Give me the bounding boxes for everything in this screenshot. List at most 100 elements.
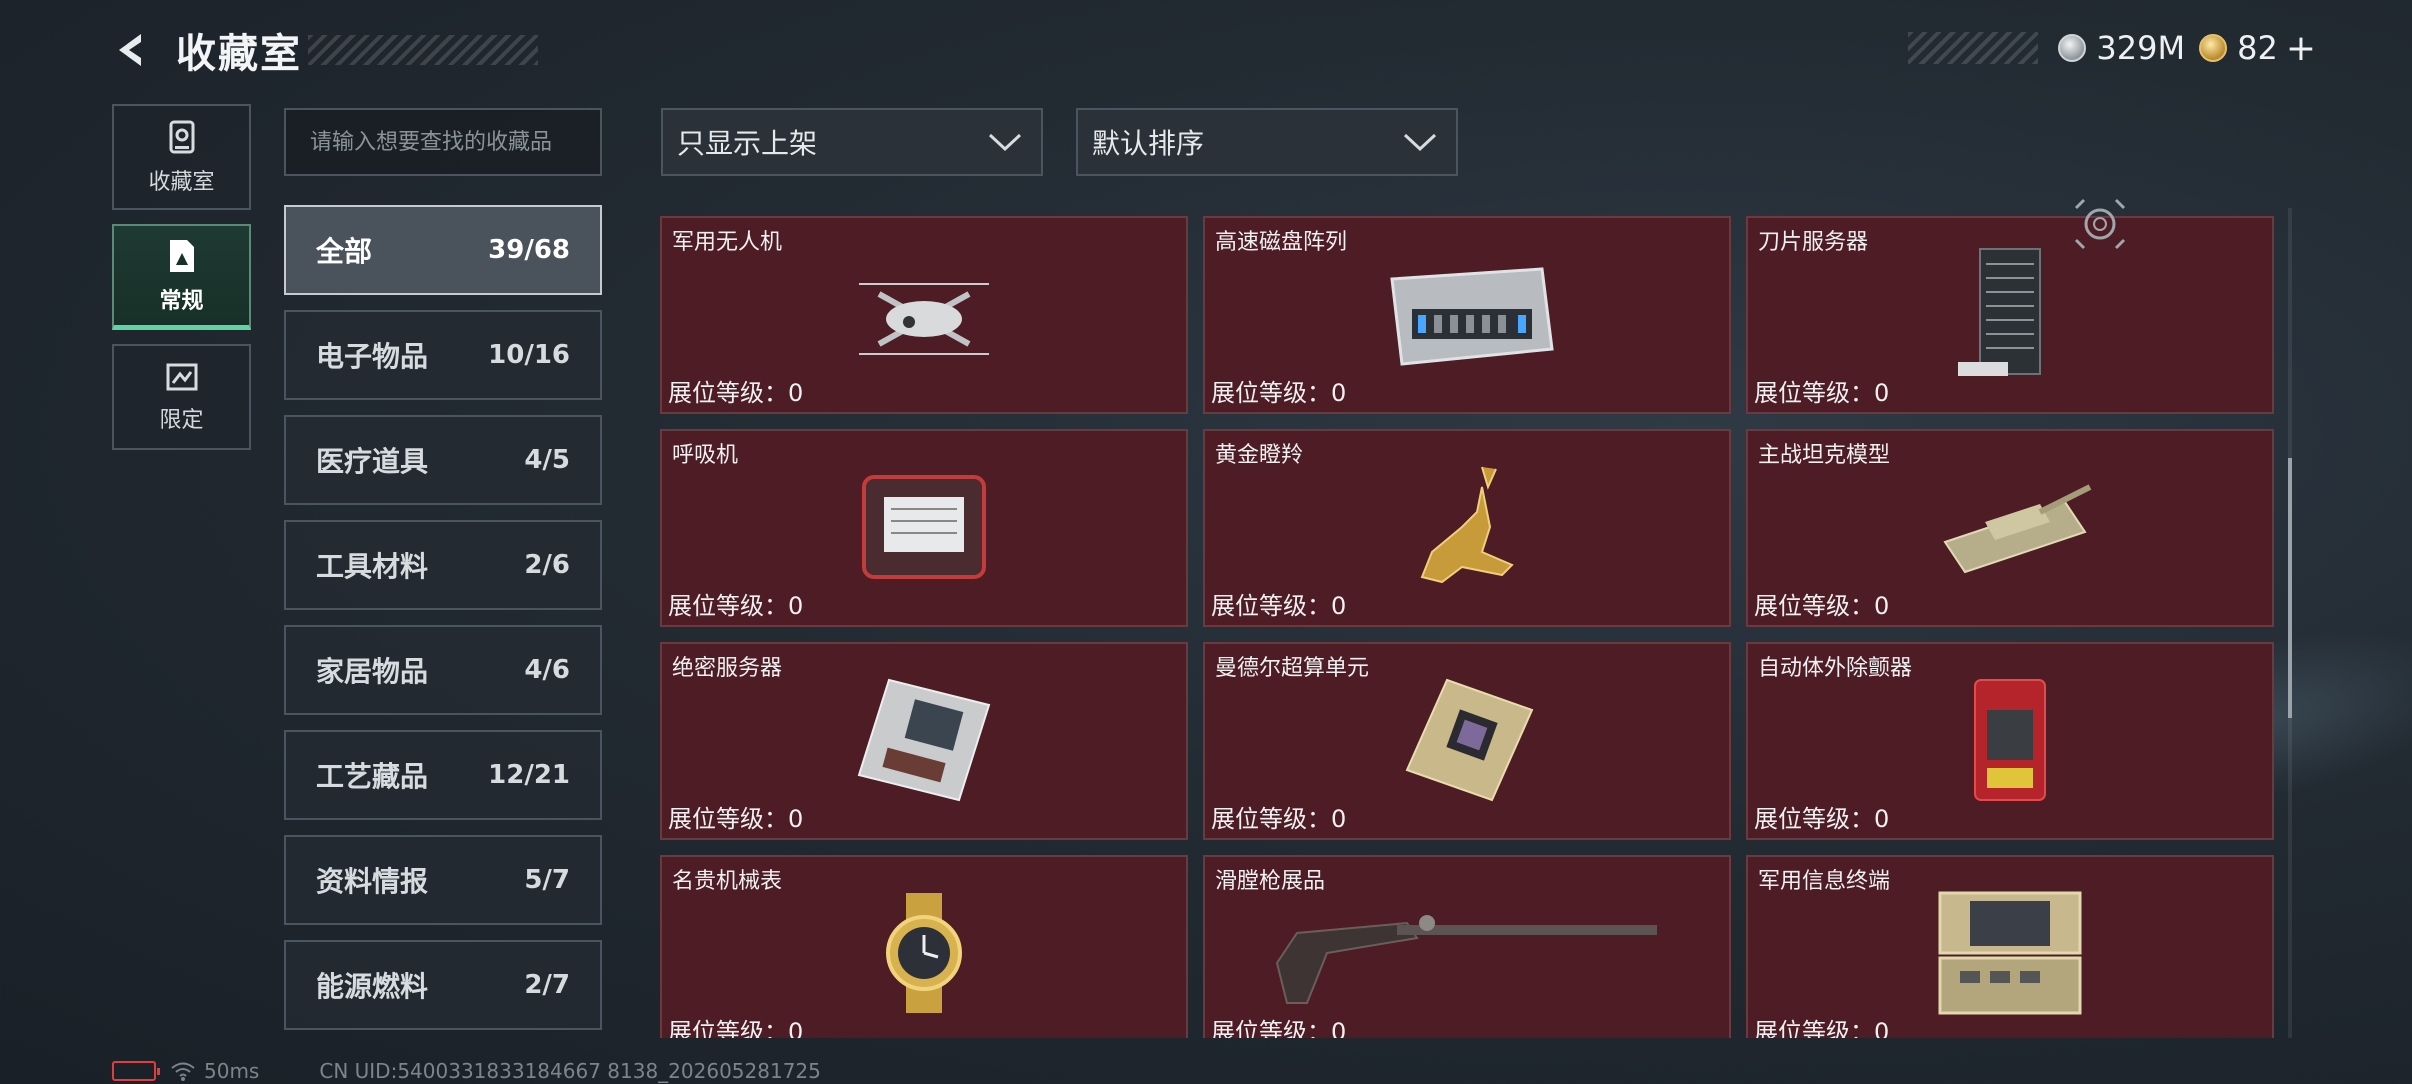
item-level: 展位等级：0 <box>668 1018 804 1038</box>
category-tools[interactable]: 工具材料 2/6 <box>284 520 602 610</box>
item-level: 展位等级：0 <box>668 379 804 407</box>
category-medical[interactable]: 医疗道具 4/5 <box>284 415 602 505</box>
category-name: 家居物品 <box>316 655 429 688</box>
item-card[interactable]: 自动体外除颤器 展位等级：0 <box>1746 642 2274 840</box>
item-grid: 军用无人机 展位等级：0 高速磁盘阵列 展位等级：0 刀片服务器 展位等级：0 … <box>660 216 2276 1038</box>
silver-coin-icon <box>2058 34 2087 62</box>
gold-value: 82 <box>2237 29 2278 67</box>
back-arrow-icon <box>119 34 141 66</box>
category-all[interactable]: 全部 39/68 <box>284 205 602 295</box>
category-household[interactable]: 家居物品 4/6 <box>284 625 602 715</box>
category-electronics[interactable]: 电子物品 10/16 <box>284 310 602 400</box>
item-card[interactable]: 军用无人机 展位等级：0 <box>660 216 1188 414</box>
category-count: 10/16 <box>488 340 570 370</box>
item-level: 展位等级：0 <box>1754 379 1890 407</box>
sort-order-dropdown[interactable]: 默认排序 <box>1076 108 1458 176</box>
nav-limited[interactable]: 限定 <box>112 344 251 450</box>
category-count: 4/5 <box>524 445 570 475</box>
item-level: 展位等级：0 <box>1211 379 1347 407</box>
add-currency-button[interactable]: + <box>2286 28 2316 69</box>
item-card[interactable]: 滑膛枪展品 展位等级：0 <box>1203 855 1731 1038</box>
target-icon[interactable] <box>2072 196 2128 252</box>
header: 收藏室 <box>110 22 538 78</box>
nav-regular[interactable]: 常规 <box>112 224 251 330</box>
battery-icon <box>112 1061 160 1081</box>
ventilator-icon <box>804 457 1044 597</box>
item-name: 黄金瞪羚 <box>1215 443 1304 468</box>
item-card[interactable]: 刀片服务器 展位等级：0 <box>1746 216 2274 414</box>
category-count: 39/68 <box>488 235 570 265</box>
item-card[interactable]: 名贵机械表 展位等级：0 <box>660 855 1188 1038</box>
scrollbar[interactable] <box>2288 208 2292 1038</box>
item-card[interactable]: 绝密服务器 展位等级：0 <box>660 642 1188 840</box>
blade-server-icon <box>1890 244 2130 384</box>
info-terminal-icon <box>1890 883 2130 1023</box>
item-card[interactable]: 高速磁盘阵列 展位等级：0 <box>1203 216 1731 414</box>
item-level: 展位等级：0 <box>1754 805 1890 833</box>
sort-order-value: 默认排序 <box>1092 127 1205 160</box>
drone-icon <box>804 244 1044 384</box>
search-box <box>284 108 602 176</box>
item-card[interactable]: 主战坦克模型 展位等级：0 <box>1746 429 2274 627</box>
item-name: 名贵机械表 <box>672 869 783 894</box>
category-name: 工艺藏品 <box>316 760 429 793</box>
category-intel[interactable]: 资料情报 5/7 <box>284 835 602 925</box>
item-name: 呼吸机 <box>672 443 739 468</box>
limited-icon <box>166 363 197 391</box>
scrollbar-thumb[interactable] <box>2288 458 2292 718</box>
supercomputer-unit-icon <box>1347 670 1587 810</box>
category-count: 5/7 <box>524 865 570 895</box>
category-name: 医疗道具 <box>316 445 429 478</box>
item-name: 刀片服务器 <box>1758 230 1869 255</box>
secret-server-icon <box>804 670 1044 810</box>
category-crafts[interactable]: 工艺藏品 12/21 <box>284 730 602 820</box>
category-name: 能源燃料 <box>316 970 429 1003</box>
tank-model-icon <box>1890 457 2130 597</box>
item-level: 展位等级：0 <box>1211 805 1347 833</box>
left-nav: 收藏室 常规 限定 <box>112 104 251 464</box>
nav-label-regular: 常规 <box>159 288 204 314</box>
item-name: 自动体外除颤器 <box>1758 656 1913 681</box>
item-card[interactable]: 军用信息终端 展位等级：0 <box>1746 855 2274 1038</box>
item-card[interactable]: 黄金瞪羚 展位等级：0 <box>1203 429 1731 627</box>
item-name: 军用信息终端 <box>1758 869 1891 894</box>
category-name: 工具材料 <box>316 550 429 583</box>
back-button[interactable] <box>110 27 156 73</box>
silver-value: 329M <box>2096 29 2186 67</box>
item-level: 展位等级：0 <box>668 592 804 620</box>
gold-currency: 82 + <box>2199 28 2316 69</box>
display-filter-value: 只显示上架 <box>677 127 818 160</box>
status-bar: 50ms CN UID:5400331833184667 8138_202605… <box>112 1058 821 1084</box>
item-card[interactable]: 呼吸机 展位等级：0 <box>660 429 1188 627</box>
item-name: 曼德尔超算单元 <box>1215 656 1370 681</box>
item-level: 展位等级：0 <box>1754 1018 1890 1038</box>
nav-label-collection-room: 收藏室 <box>148 170 215 195</box>
uid-text: CN UID:5400331833184667 8138_20260528172… <box>319 1059 821 1083</box>
nav-label-limited: 限定 <box>159 408 204 433</box>
display-filter-dropdown[interactable]: 只显示上架 <box>661 108 1043 176</box>
wifi-icon <box>171 1062 195 1081</box>
item-level: 展位等级：0 <box>668 805 804 833</box>
watch-icon <box>804 883 1044 1023</box>
title-decoration <box>308 35 538 65</box>
silver-currency: 329M <box>2058 29 2185 67</box>
currency-decoration <box>1908 32 2039 64</box>
chevron-down-icon <box>1403 133 1437 152</box>
collection-room-icon <box>169 120 194 154</box>
regular-icon <box>169 239 194 272</box>
search-input[interactable] <box>310 129 600 155</box>
item-card[interactable]: 曼德尔超算单元 展位等级：0 <box>1203 642 1731 840</box>
category-energy[interactable]: 能源燃料 2/7 <box>284 940 602 1030</box>
item-name: 主战坦克模型 <box>1758 443 1891 468</box>
golden-gazelle-icon <box>1347 457 1587 597</box>
category-name: 全部 <box>316 235 373 268</box>
category-name: 资料情报 <box>316 865 429 898</box>
category-count: 2/6 <box>524 550 570 580</box>
category-name: 电子物品 <box>316 340 429 373</box>
gold-coin-icon <box>2199 34 2228 62</box>
item-name: 绝密服务器 <box>672 656 783 681</box>
item-level: 展位等级：0 <box>1211 1018 1347 1038</box>
nav-collection-room[interactable]: 收藏室 <box>112 104 251 210</box>
item-name: 高速磁盘阵列 <box>1215 230 1348 255</box>
musket-icon <box>1257 883 1677 1023</box>
